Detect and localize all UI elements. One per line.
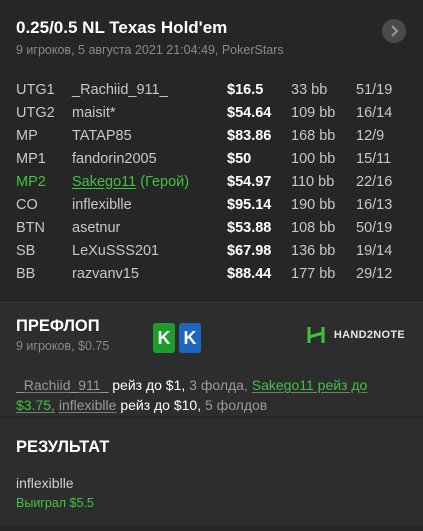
player-row[interactable]: MP1 fandorin2005 $50 100 bb 15/11 <box>16 147 407 170</box>
player-position: SB <box>16 242 36 259</box>
player-name: TATAP85 <box>72 127 132 144</box>
player-row[interactable]: SB LeXuSSS201 $67.98 136 bb 19/14 <box>16 239 407 262</box>
hand2note-icon <box>307 327 325 343</box>
player-row-hero[interactable]: MP2 Sakego11 (Герой) $54.97 110 bb 22/16 <box>16 170 407 193</box>
player-position: MP2 <box>16 173 46 190</box>
player-stats: 29/12 <box>356 265 393 282</box>
player-position: BB <box>16 265 36 282</box>
preflop-actions: _Rachiid_911_ рейз до $1, 3 фолда, Sakeg… <box>16 375 409 415</box>
card-king-diamonds: K <box>179 323 201 353</box>
hero-name: Sakego11 <box>72 173 137 190</box>
action-player[interactable]: inflexiblle <box>59 397 117 413</box>
winnings: Выиграл $5.5 <box>16 496 94 510</box>
player-stats: 12/9 <box>356 127 385 144</box>
player-name: maisit* <box>72 104 116 121</box>
player-bb: 168 bb <box>291 127 336 144</box>
player-name: _Rachiid_911_ <box>72 81 168 98</box>
hero-cards: K K <box>153 323 201 353</box>
hand2note-logo[interactable]: HAND2NOTE <box>306 325 405 345</box>
player-stack: $53.88 <box>227 219 272 236</box>
preflop-section: ПРЕФЛОП 9 игроков, $0.75 K K HAND2NOTE _… <box>0 303 423 416</box>
player-position: CO <box>16 196 38 213</box>
player-name: razvanv15 <box>72 265 139 282</box>
hand-title: 0.25/0.5 NL Texas Hold'em <box>16 18 228 37</box>
action-folds: 3 фолда, <box>189 377 248 393</box>
player-position: UTG1 <box>16 81 55 98</box>
action-text: рейз до $1, <box>112 377 186 393</box>
player-stats: 15/11 <box>356 150 392 167</box>
player-row[interactable]: BB razvanv15 $88.44 177 bb 29/12 <box>16 262 407 285</box>
player-stats: 51/19 <box>356 81 393 98</box>
player-position: UTG2 <box>16 104 55 121</box>
player-stats: 16/14 <box>356 104 393 121</box>
result-title: РЕЗУЛЬТАТ <box>16 438 110 456</box>
player-stack: $54.97 <box>227 173 272 190</box>
player-bb: 109 bb <box>291 104 336 121</box>
player-position: MP <box>16 127 38 144</box>
player-stats: 22/16 <box>356 173 393 190</box>
player-stats: 16/13 <box>356 196 393 213</box>
players-table: UTG1 _Rachiid_911_ $16.5 33 bb 51/19 UTG… <box>0 68 423 285</box>
player-bb: 177 bb <box>291 265 336 282</box>
brand-text: HAND2NOTE <box>333 329 405 341</box>
player-stack: $67.98 <box>227 242 272 259</box>
hand-header: 0.25/0.5 NL Texas Hold'em 9 игроков, 5 а… <box>0 0 423 68</box>
player-stack: $50 <box>227 150 252 167</box>
player-name: asetnur <box>72 219 121 236</box>
player-bb: 100 bb <box>291 150 336 167</box>
next-hand-button[interactable] <box>382 19 406 43</box>
player-bb: 33 bb <box>291 81 328 98</box>
player-row[interactable]: UTG1 _Rachiid_911_ $16.5 33 bb 51/19 <box>16 78 407 101</box>
player-position: BTN <box>16 219 45 236</box>
player-stack: $83.86 <box>227 127 272 144</box>
player-name: fandorin2005 <box>72 150 157 167</box>
player-name: inflexiblle <box>72 196 132 213</box>
player-stack: $16.5 <box>227 81 264 98</box>
result-section: РЕЗУЛЬТАТ inflexiblle Выиграл $5.5 <box>0 418 423 526</box>
player-stats: 19/14 <box>356 242 393 259</box>
player-name: Sakego11 (Герой) <box>72 174 227 190</box>
card-king-clubs: K <box>153 323 175 353</box>
player-name: LeXuSSS201 <box>72 242 160 259</box>
player-stats: 50/19 <box>356 219 393 236</box>
player-stack: $95.14 <box>227 196 272 213</box>
player-stack: $88.44 <box>227 265 272 282</box>
player-row[interactable]: MP TATAP85 $83.86 168 bb 12/9 <box>16 124 407 147</box>
chevron-right-icon <box>391 25 399 37</box>
player-bb: 136 bb <box>291 242 336 259</box>
player-bb: 190 bb <box>291 196 336 213</box>
action-text: рейз до $10, <box>120 397 202 413</box>
player-bb: 110 bb <box>291 173 335 190</box>
hand-subtitle: 9 игроков, 5 августа 2021 21:04:49, Poke… <box>16 43 284 57</box>
player-stack: $54.64 <box>227 104 272 121</box>
player-row[interactable]: BTN asetnur $53.88 108 bb 50/19 <box>16 216 407 239</box>
player-row[interactable]: CO inflexiblle $95.14 190 bb 16/13 <box>16 193 407 216</box>
player-position: MP1 <box>16 150 46 167</box>
action-folds: 5 фолдов <box>205 397 268 413</box>
hero-label: (Герой) <box>140 173 190 190</box>
player-bb: 108 bb <box>291 219 336 236</box>
action-player[interactable]: _Rachiid_911_ <box>16 377 108 393</box>
winner-name: inflexiblle <box>16 475 74 491</box>
player-row[interactable]: UTG2 maisit* $54.64 109 bb 16/14 <box>16 101 407 124</box>
